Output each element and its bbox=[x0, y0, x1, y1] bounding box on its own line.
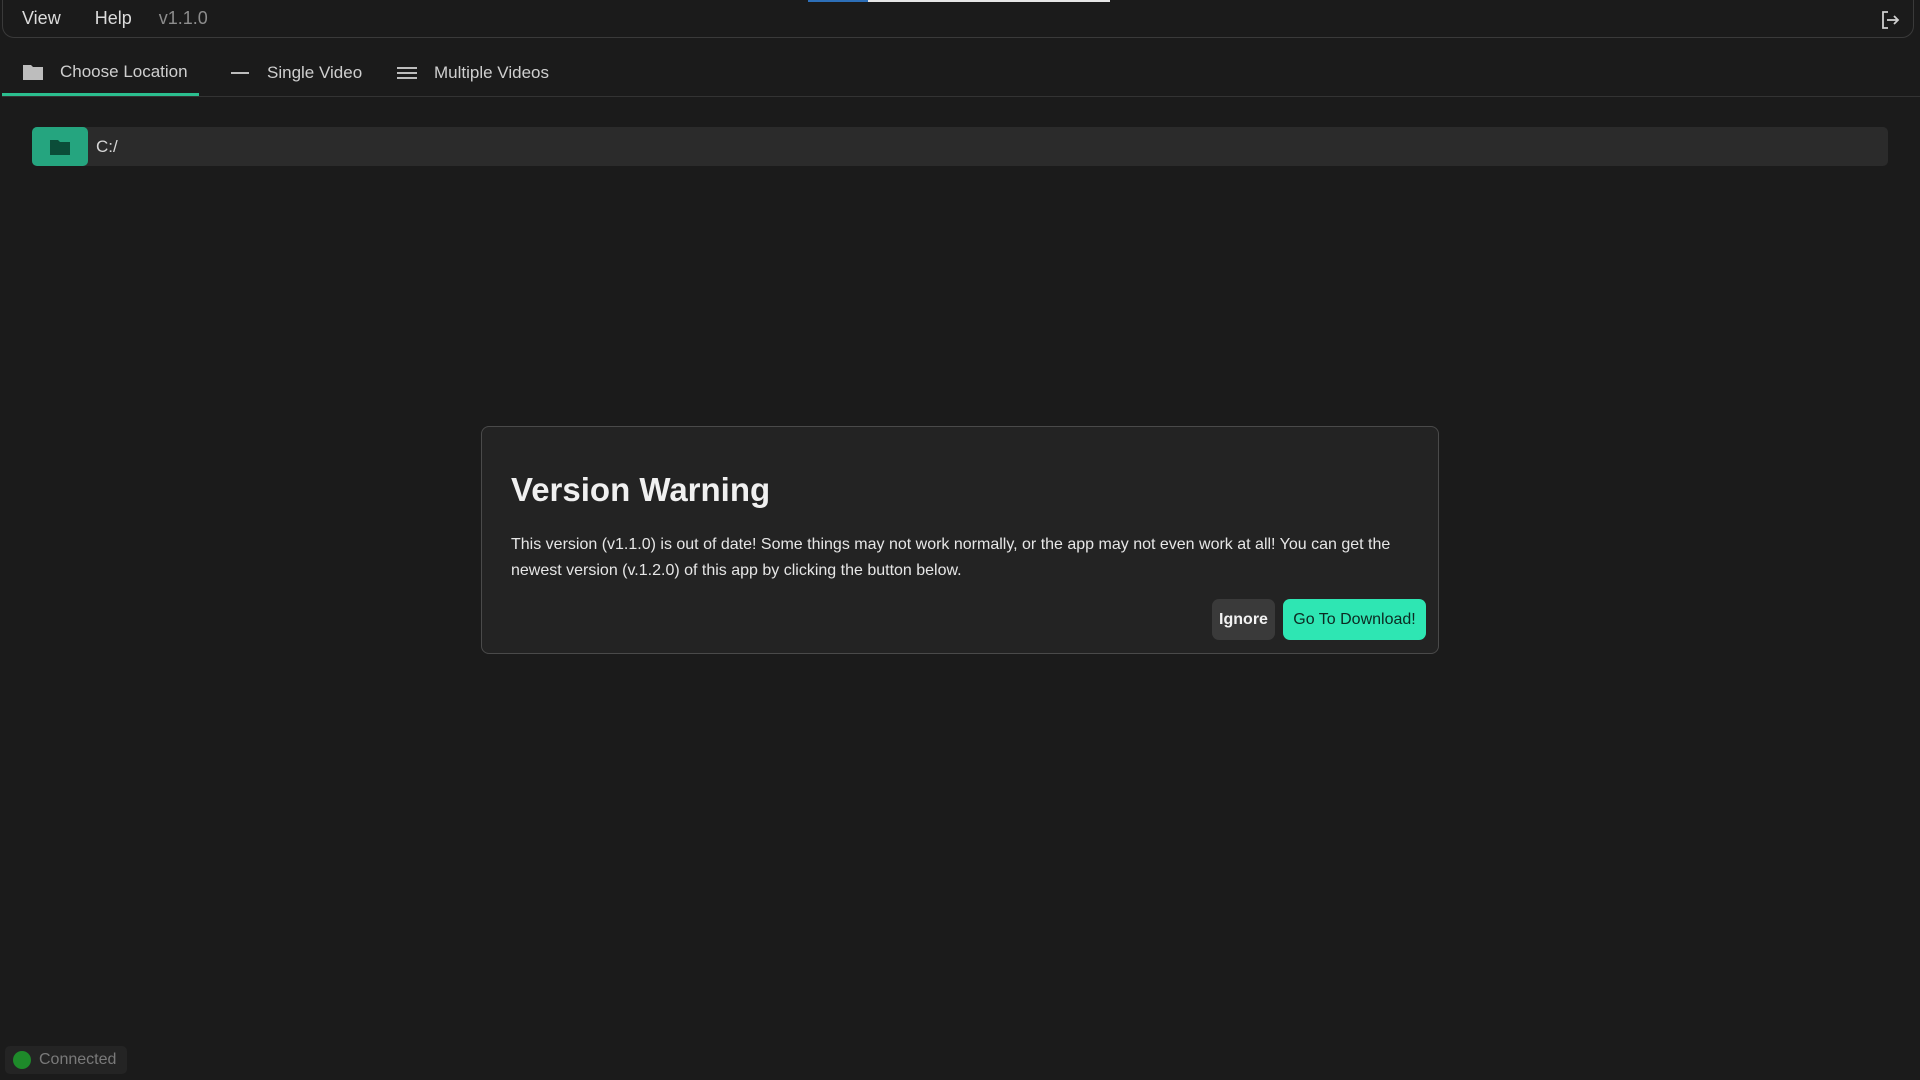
menu-bar: View Help v1.1.0 bbox=[2, 0, 1914, 38]
exit-icon[interactable] bbox=[1879, 9, 1901, 31]
tab-multiple-videos[interactable]: Multiple Videos bbox=[396, 50, 549, 96]
choose-folder-button[interactable] bbox=[32, 127, 88, 166]
menu-view[interactable]: View bbox=[13, 8, 70, 29]
folder-icon bbox=[22, 62, 44, 82]
connection-status: Connected bbox=[5, 1046, 127, 1074]
menu-help[interactable]: Help bbox=[86, 8, 141, 29]
dialog-title: Version Warning bbox=[511, 471, 771, 508]
dash-icon bbox=[229, 63, 251, 83]
ignore-button[interactable]: Ignore bbox=[1212, 599, 1275, 640]
version-warning-dialog: Version Warning This version (v1.1.0) is… bbox=[481, 426, 1439, 654]
status-indicator-icon bbox=[13, 1051, 31, 1069]
location-bar: C:/ bbox=[32, 127, 1888, 166]
dialog-message: This version (v1.1.0) is out of date! So… bbox=[511, 536, 1391, 579]
go-to-download-button[interactable]: Go To Download! bbox=[1283, 599, 1426, 640]
location-path: C:/ bbox=[96, 136, 118, 156]
list-icon bbox=[396, 63, 418, 83]
tab-single-video[interactable]: Single Video bbox=[226, 50, 362, 96]
folder-icon bbox=[50, 139, 70, 155]
tab-label: Choose Location bbox=[60, 61, 188, 81]
tab-bar: Choose Location Single Video Multiple Vi… bbox=[2, 50, 1920, 97]
version-label: v1.1.0 bbox=[158, 8, 208, 28]
status-label: Connected bbox=[39, 1051, 117, 1068]
tab-label: Single Video bbox=[267, 63, 363, 82]
tab-choose-location[interactable]: Choose Location bbox=[2, 50, 199, 96]
tab-label: Multiple Videos bbox=[434, 63, 549, 82]
